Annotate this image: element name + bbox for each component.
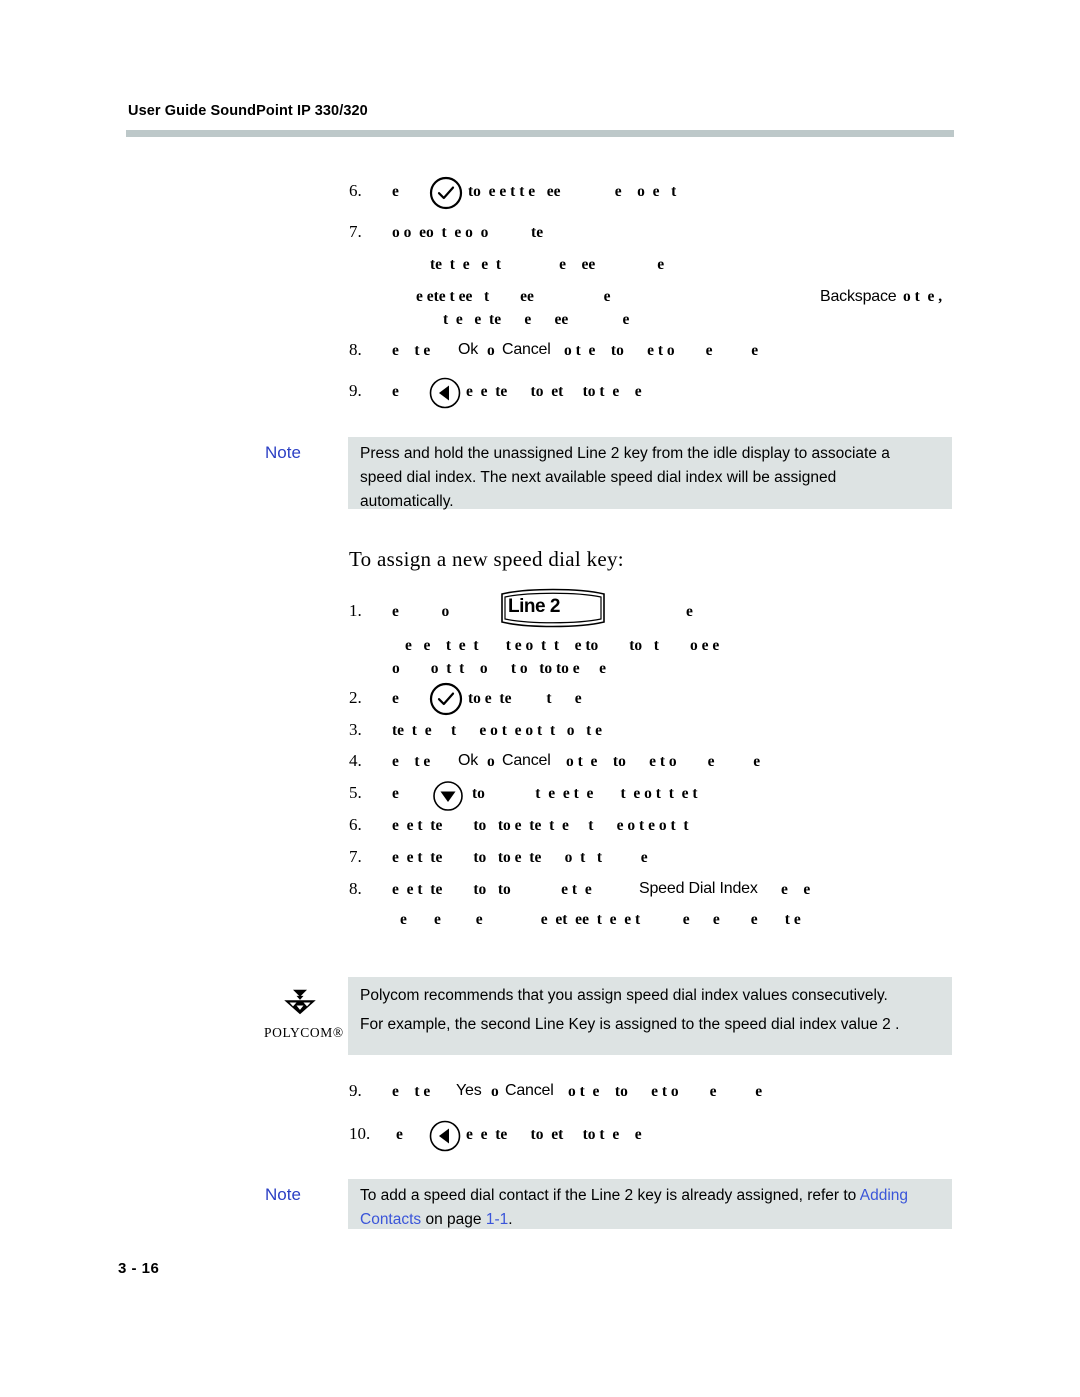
step-text-mid: o bbox=[491, 1083, 499, 1100]
left-arrow-circle-icon bbox=[427, 375, 463, 411]
note-callout-bottom-text: To add a speed dial contact if the Line … bbox=[360, 1184, 930, 1232]
step-text-after-ui: e e bbox=[781, 881, 811, 898]
line-key-graphic: Line 2 bbox=[497, 586, 609, 630]
step-number: 6. bbox=[349, 815, 362, 834]
note-text-after: . bbox=[508, 1211, 513, 1228]
step-number: 8. bbox=[349, 340, 362, 359]
header-rule-divider bbox=[126, 130, 954, 137]
step-text-after-icon: e e te to et to t e e bbox=[466, 1126, 642, 1143]
step-text-before-icon: e bbox=[392, 383, 399, 400]
section-heading: To assign a new speed dial key: bbox=[349, 547, 624, 571]
step-text-after-icon: to t e e t e t e o t t e t bbox=[472, 785, 698, 802]
step-text-before-ui: e e t te to to e t e bbox=[392, 881, 592, 898]
step-text-before-icon: e bbox=[396, 1126, 403, 1143]
cancel-soft-key-label: Cancel bbox=[502, 752, 551, 769]
step-subtext-line: e e e e et ee t e e t e e e t e bbox=[400, 911, 801, 928]
note-callout-top-text: Press and hold the unassigned Line 2 key… bbox=[360, 445, 890, 510]
cancel-soft-key-label: Cancel bbox=[505, 1082, 554, 1099]
step-text-before-ui: e t e bbox=[392, 342, 431, 359]
down-arrow-circle-icon bbox=[430, 778, 466, 814]
ok-soft-key-label: Ok bbox=[458, 752, 479, 769]
note-text-before-link: To add a speed dial contact if the Line … bbox=[360, 1187, 860, 1204]
step-text-after-icon: to e e t t e ee e o e t bbox=[468, 183, 677, 200]
step-text-before-ui: e t e bbox=[392, 753, 431, 770]
page-number-link[interactable]: 1-1 bbox=[486, 1211, 508, 1228]
line-key-label: Line 2 bbox=[508, 596, 560, 617]
step-text-after-icon: to e te t e bbox=[468, 690, 582, 707]
backspace-soft-key-label: Backspace bbox=[820, 288, 897, 305]
step-text-after-icon: e bbox=[686, 603, 693, 620]
step-number: 8. bbox=[349, 879, 362, 898]
step-text-mid: o bbox=[487, 753, 495, 770]
page-header-title: User Guide SoundPoint IP 330/320 bbox=[128, 103, 368, 119]
step-number: 5. bbox=[349, 783, 362, 802]
step-number: 7. bbox=[349, 847, 362, 866]
step-text: te t e t e o t e o t t o t e bbox=[392, 722, 603, 739]
step-number: 4. bbox=[349, 751, 362, 770]
step-text: e e t te to to e te o t t e bbox=[392, 849, 648, 866]
step-number: 9. bbox=[349, 381, 362, 400]
tip-callout-line-2: For example, the second Line Key is assi… bbox=[360, 1016, 900, 1033]
step-text-before-icon: e bbox=[392, 785, 399, 802]
note-text-mid: on page bbox=[421, 1211, 486, 1228]
checkmark-circle-icon bbox=[428, 681, 464, 717]
polycom-wordmark: POLYCOM® bbox=[264, 1025, 344, 1040]
page-footer-number: 3 - 16 bbox=[118, 1260, 160, 1277]
step-text-mid: o bbox=[487, 342, 495, 359]
step-text-after-ui: o t e to e t o e e bbox=[566, 753, 761, 770]
note-callout-bottom-label: Note bbox=[265, 1185, 301, 1204]
step-text-after-icon: e e te to et to t e e bbox=[466, 383, 642, 400]
step-text-before-icon: e bbox=[392, 690, 399, 707]
cancel-soft-key-label: Cancel bbox=[502, 341, 551, 358]
step-number: 1. bbox=[349, 601, 362, 620]
step-number: 10. bbox=[349, 1124, 371, 1143]
step-text: o o eo t e o o te bbox=[392, 224, 544, 241]
step-text-after-ui: o t e to e t o e e bbox=[564, 342, 759, 359]
step-number: 9. bbox=[349, 1081, 362, 1100]
step-subtext-line: t e e te e ee e bbox=[443, 311, 630, 328]
yes-soft-key-label: Yes bbox=[456, 1082, 482, 1099]
step-subtext-tail: o t e , bbox=[903, 288, 943, 305]
speed-dial-index-label: Speed Dial Index bbox=[639, 880, 758, 897]
polycom-logo: POLYCOM® bbox=[264, 988, 344, 1041]
step-subtext-line: e e t e t t e o t t e to to t o e e bbox=[405, 637, 720, 654]
checkmark-circle-icon bbox=[428, 175, 464, 211]
step-number: 2. bbox=[349, 688, 362, 707]
ok-soft-key-label: Ok bbox=[458, 341, 479, 358]
step-subtext-line: e ete t ee t ee e bbox=[416, 288, 611, 305]
step-text-after-ui: o t e to e t o e e bbox=[568, 1083, 763, 1100]
step-text-before-icon: e bbox=[392, 183, 399, 200]
step-text-before-ui: e t e bbox=[392, 1083, 431, 1100]
tip-callout-line-1: Polycom recommends that you assign speed… bbox=[360, 987, 888, 1004]
step-number: 6. bbox=[349, 181, 362, 200]
step-text: e e t te to to e te t e t e o t e o t t bbox=[392, 817, 689, 834]
step-subtext-line: o o t t o t o to to e e bbox=[392, 660, 606, 677]
step-number: 7. bbox=[349, 222, 362, 241]
left-arrow-circle-icon bbox=[427, 1118, 463, 1154]
step-subtext-line: te t e e t e ee e bbox=[430, 256, 665, 273]
step-number: 3. bbox=[349, 720, 362, 739]
step-text-before-icon: e o bbox=[392, 603, 450, 620]
note-callout-top-label: Note bbox=[265, 443, 301, 462]
